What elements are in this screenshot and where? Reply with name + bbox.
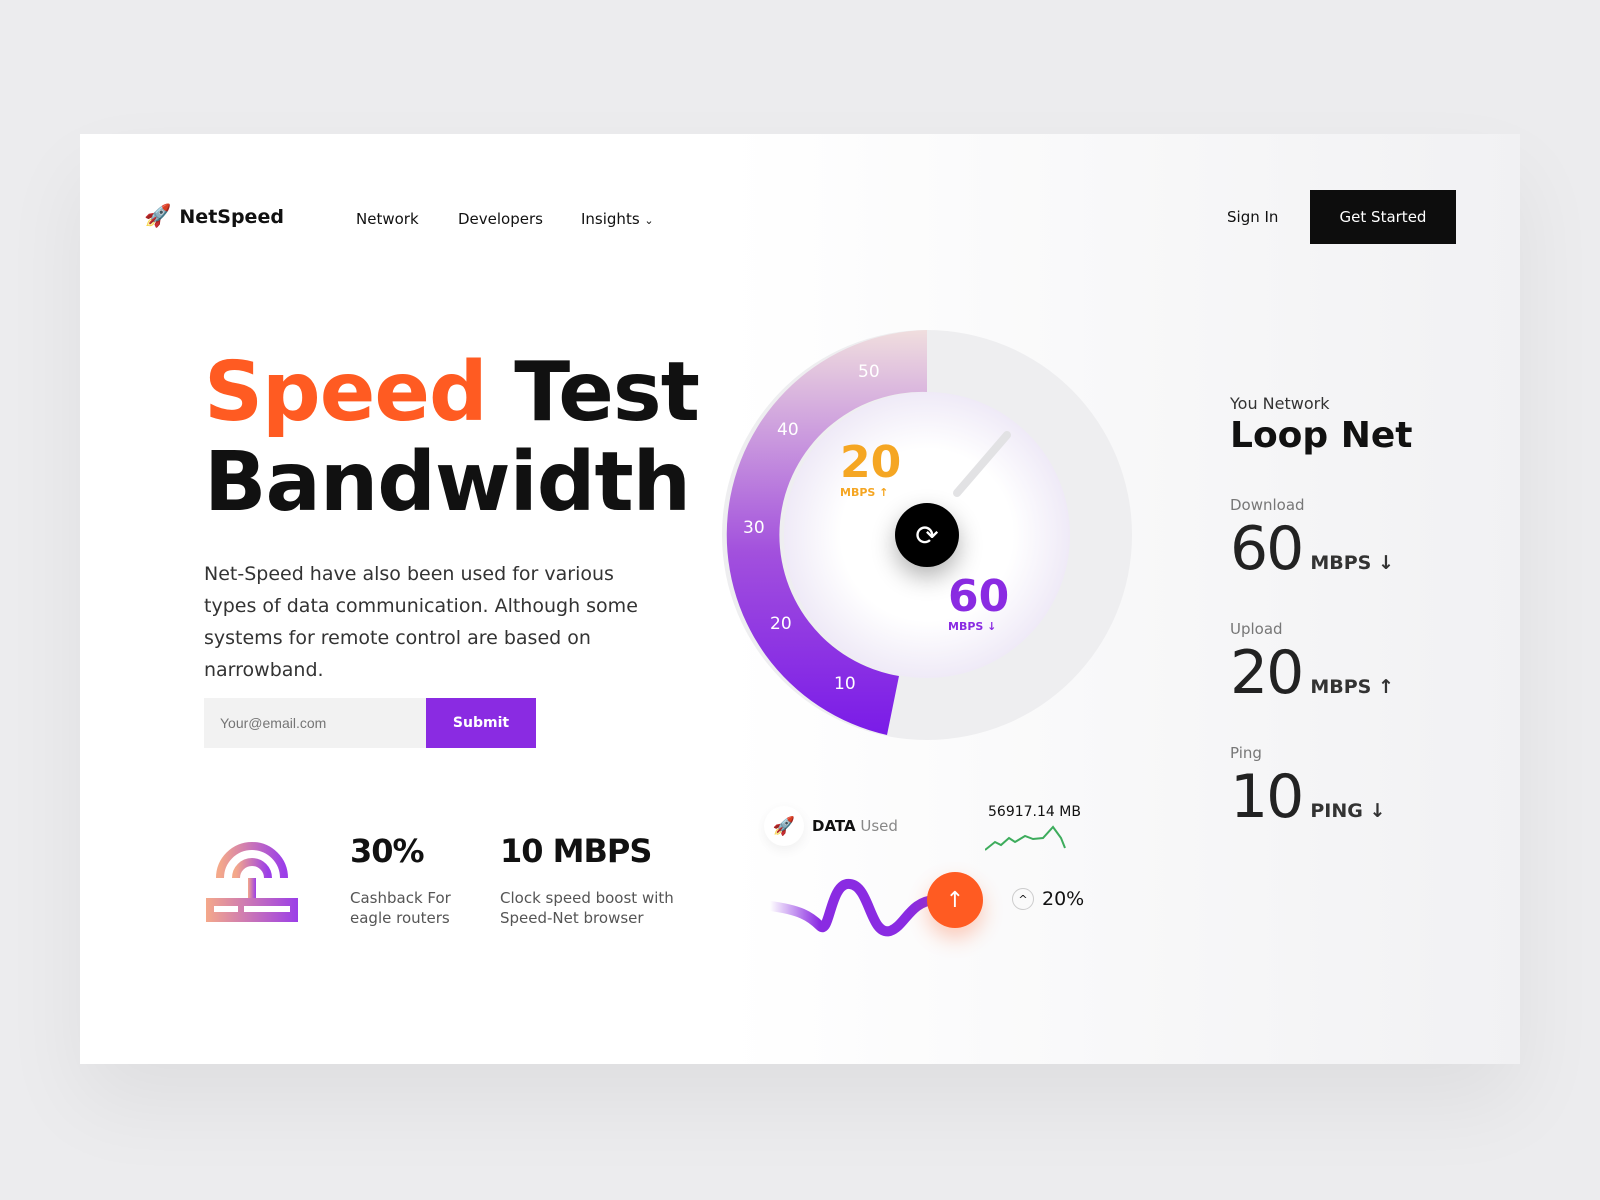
arrow-up-icon: ↑	[945, 887, 965, 913]
email-input[interactable]	[204, 698, 426, 748]
gauge-tick: 30	[743, 518, 765, 538]
submit-button[interactable]: Submit	[426, 698, 536, 748]
network-panel: You Network Loop Net Download 60 MBPS ↓ U…	[1230, 394, 1412, 832]
nav-insights-label: Insights	[581, 210, 640, 228]
title-line2: Bandwidth	[204, 435, 691, 530]
data-change: ^ 20%	[1012, 888, 1084, 910]
hero-card: 🚀 NetSpeed Network Developers Insights ⌄…	[80, 134, 1520, 1064]
stat-speed: 10 MBPS Clock speed boost with Speed-Net…	[500, 832, 680, 928]
gauge-tick: 10	[834, 674, 856, 694]
gauge-tick: 20	[770, 614, 792, 634]
stat-label: Cashback For eagle routers	[350, 889, 451, 927]
change-value: 20%	[1042, 888, 1085, 910]
upload-number: 20	[1230, 638, 1304, 708]
page-title: Speed Test Bandwidth	[204, 345, 700, 530]
ping-unit: PING ↓	[1310, 800, 1386, 822]
network-name: Loop Net	[1230, 415, 1413, 456]
upload-stat: 20 MBPS ↑	[1230, 638, 1412, 708]
ping-number: 10	[1230, 762, 1304, 832]
gauge-tick: 40	[777, 420, 799, 440]
upload-label: Upload	[1230, 620, 1283, 638]
upload-value: 20	[840, 437, 902, 488]
gauge-download: 60 MBPS ↓	[948, 571, 1010, 634]
data-label-rest: Used	[860, 817, 898, 835]
gauge-tick: 50	[858, 362, 880, 382]
ping-label: Ping	[1230, 744, 1262, 762]
get-started-button[interactable]: Get Started	[1310, 190, 1456, 244]
chevron-down-icon: ⌄	[644, 214, 654, 227]
nav-developers[interactable]: Developers	[458, 210, 543, 228]
rocket-icon: 🚀	[144, 204, 172, 229]
ping-stat: 10 PING ↓	[1230, 762, 1412, 832]
title-accent: Speed	[204, 345, 488, 440]
nav-insights[interactable]: Insights ⌄	[581, 210, 654, 228]
gauge-upload: 20 MBPS ↑	[840, 437, 902, 500]
stat-cashback: 30% Cashback For eagle routers	[350, 832, 460, 928]
data-used-label: DATA Used	[812, 817, 898, 835]
brand-name: NetSpeed	[179, 205, 284, 228]
data-label-bold: DATA	[812, 817, 856, 835]
router-icon	[202, 834, 302, 934]
sign-in-link[interactable]: Sign In	[1227, 208, 1278, 226]
download-value: 60	[948, 571, 1010, 622]
download-unit: MBPS ↓	[1310, 552, 1394, 574]
rocket-icon: 🚀	[764, 806, 804, 846]
chevron-up-icon: ^	[1012, 888, 1034, 910]
title-rest: Test	[514, 345, 700, 440]
refresh-icon: ⟳	[915, 518, 939, 552]
stat-value: 30%	[350, 832, 425, 870]
download-number: 60	[1230, 514, 1304, 584]
data-amount: 56917.14 MB	[988, 804, 1081, 820]
hero-description: Net-Speed have also been used for variou…	[204, 563, 638, 681]
network-label: You Network	[1230, 394, 1330, 413]
download-stat: 60 MBPS ↓	[1230, 514, 1412, 584]
download-label: Download	[1230, 496, 1305, 514]
stat-value: 10 MBPS	[500, 832, 652, 870]
upload-unit: MBPS ↑	[1310, 676, 1394, 698]
upload-button[interactable]: ↑	[927, 872, 983, 928]
nav-network[interactable]: Network	[356, 210, 419, 228]
stat-label: Clock speed boost with Speed-Net browser	[500, 889, 674, 927]
logo[interactable]: 🚀 NetSpeed	[144, 204, 284, 229]
refresh-button[interactable]: ⟳	[895, 503, 959, 567]
sparkline	[985, 825, 1066, 851]
